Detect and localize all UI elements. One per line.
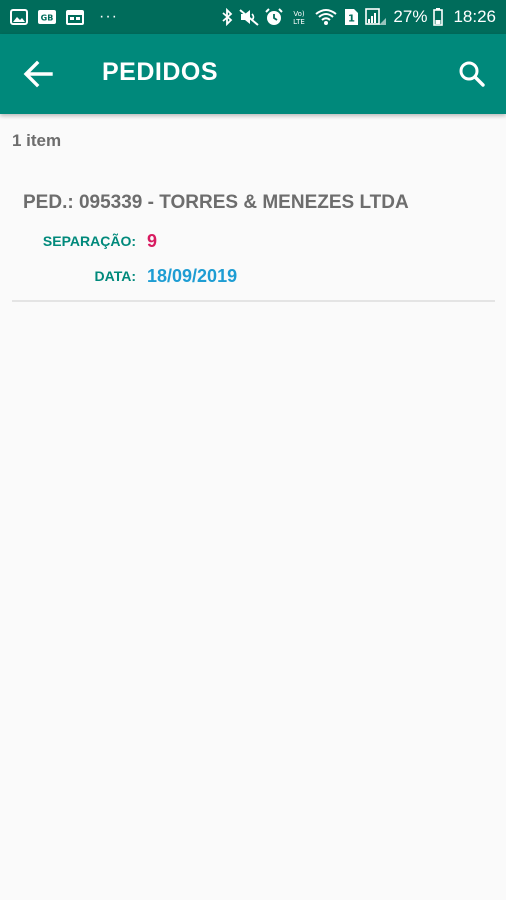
status-time: 18:26 xyxy=(453,7,496,26)
image-icon xyxy=(10,9,28,25)
sim-icon: 1 xyxy=(343,8,359,26)
mute-icon xyxy=(239,8,260,26)
order-title: PED.: 095339 - TORRES & MENEZES LTDA xyxy=(23,192,409,213)
svg-text:1: 1 xyxy=(348,14,355,25)
battery-icon xyxy=(433,8,444,26)
volte-icon: Vo) LTE xyxy=(289,8,309,26)
svg-text:LTE: LTE xyxy=(294,18,306,26)
status-bar-right-icons: Vo) LTE 1 27% 18:26 xyxy=(221,7,496,27)
bluetooth-icon xyxy=(221,8,233,26)
svg-text:GB: GB xyxy=(41,14,54,23)
status-bar-left-icons: GB ··· xyxy=(10,8,118,26)
battery-percent: 27% xyxy=(393,7,428,26)
list-item[interactable]: PED.: 095339 - TORRES & MENEZES LTDA SEP… xyxy=(12,176,495,302)
search-icon xyxy=(458,60,486,88)
item-count: 1 item xyxy=(12,131,62,150)
search-button[interactable] xyxy=(452,54,492,94)
wifi-icon xyxy=(315,8,338,26)
signal-icon xyxy=(365,8,387,26)
status-bar: GB ··· Vo) LTE 1 27% 18:26 xyxy=(0,0,506,34)
date-label: DATA: xyxy=(94,268,136,284)
separation-label: SEPARAÇÃO: xyxy=(42,233,136,249)
page-title: PEDIDOS xyxy=(102,58,219,86)
app-bar: PEDIDOS xyxy=(0,34,506,114)
arrow-back-icon xyxy=(22,58,54,90)
calendar-icon xyxy=(66,9,84,25)
date-value: 18/09/2019 xyxy=(147,266,238,286)
more-dots-icon: ··· xyxy=(99,8,118,25)
separation-value: 9 xyxy=(147,231,158,251)
back-button[interactable] xyxy=(16,54,60,94)
gb-icon: GB xyxy=(37,9,57,25)
svg-text:Vo): Vo) xyxy=(294,10,306,18)
alarm-icon xyxy=(265,8,284,26)
